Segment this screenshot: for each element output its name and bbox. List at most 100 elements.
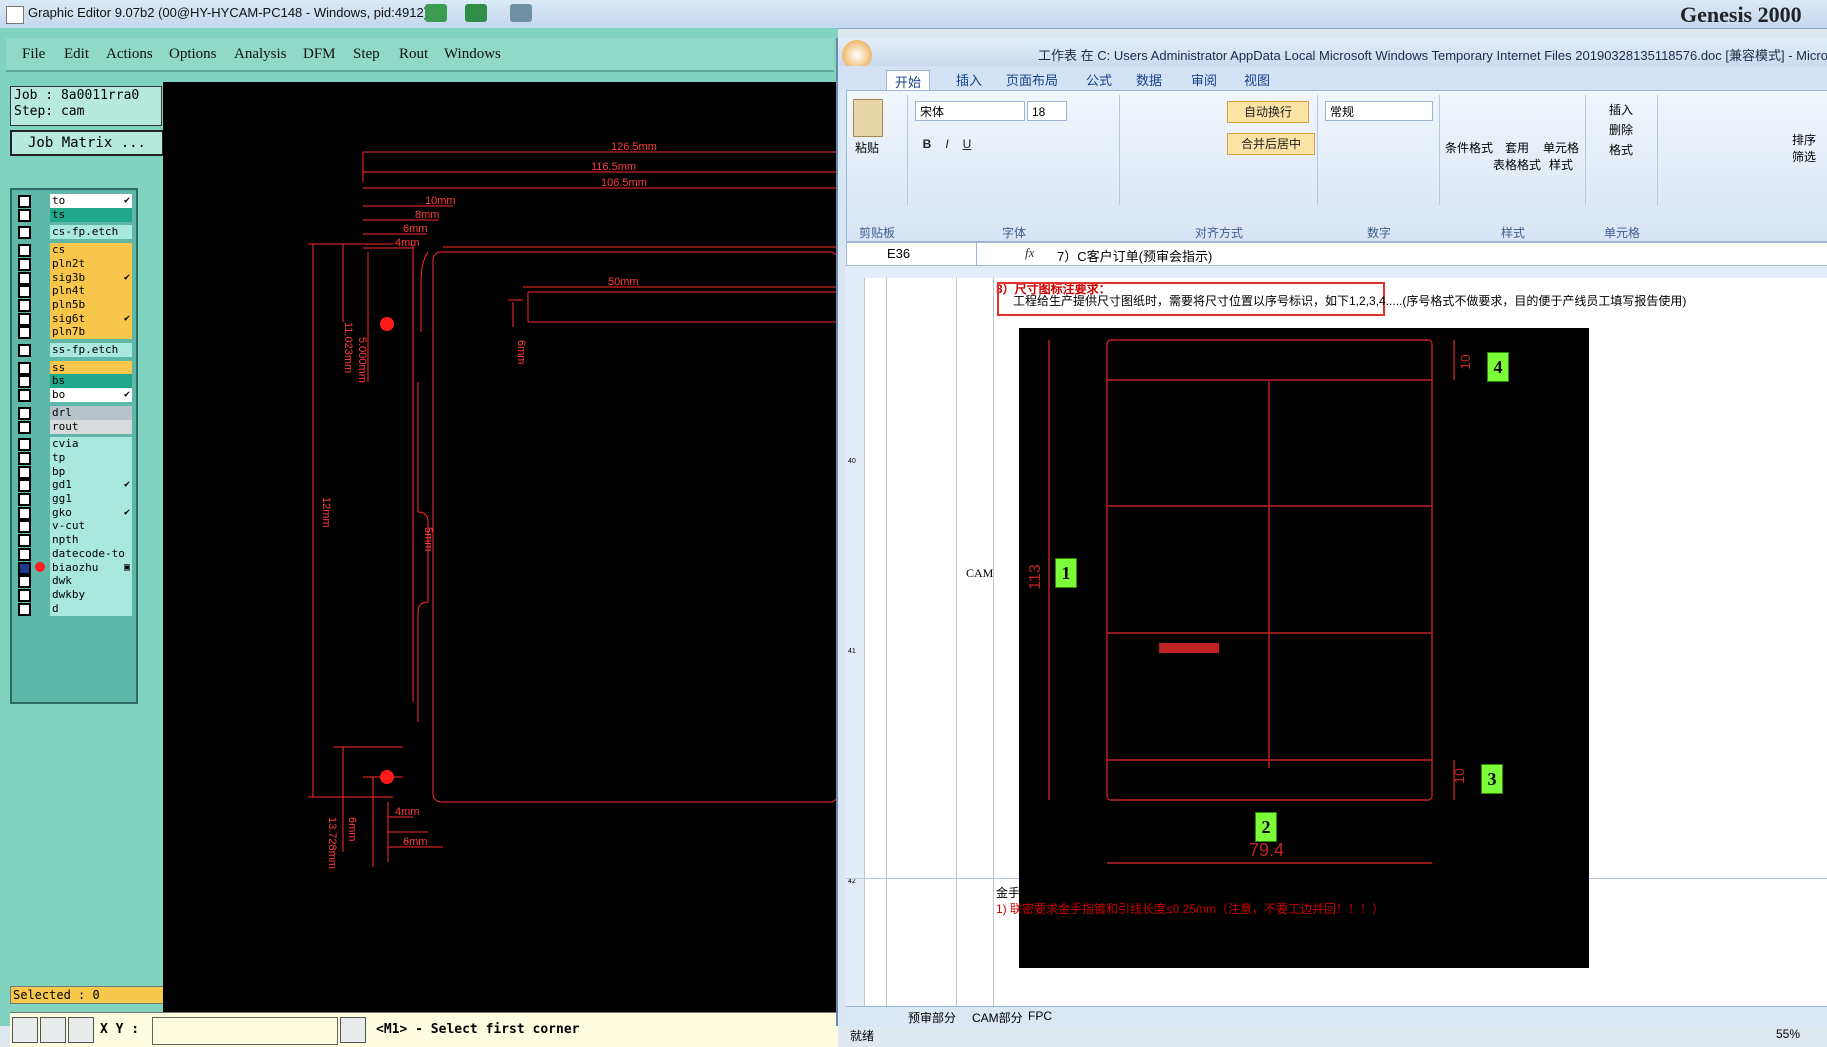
insert-cells-button[interactable]: 插入 (1609, 101, 1633, 118)
menu-file[interactable]: File (22, 46, 45, 63)
delete-cells-button[interactable]: 删除 (1609, 121, 1633, 138)
sheet-tab-cam[interactable]: CAM部分 (972, 1009, 1023, 1026)
menu-analysis[interactable]: Analysis (234, 46, 287, 63)
layer-row[interactable]: drl (16, 405, 132, 420)
layer-row[interactable]: sig6t ✔ (16, 311, 132, 326)
menu-edit[interactable]: Edit (64, 46, 89, 63)
layer-checkbox[interactable] (18, 406, 31, 420)
layer-row[interactable]: gko ✔ (16, 505, 132, 520)
xy-input[interactable] (152, 1017, 338, 1045)
layer-checkbox[interactable] (18, 312, 31, 326)
wrap-text-button[interactable]: 自动换行 (1227, 101, 1309, 123)
bold-button[interactable]: B (917, 133, 937, 155)
layer-checkbox[interactable] (18, 375, 31, 389)
layer-checkbox[interactable] (18, 361, 31, 375)
menu-dfm[interactable]: DFM (303, 46, 336, 63)
paste-label[interactable]: 粘贴 (855, 139, 879, 156)
tab-insert[interactable]: 插入 (956, 70, 982, 89)
font-name-select[interactable]: 宋体 (915, 101, 1025, 121)
tool-icon[interactable] (40, 1017, 66, 1043)
cell-styles-button[interactable]: 单元格 样式 (1543, 139, 1579, 173)
layer-row[interactable]: pln7b (16, 325, 132, 340)
layer-checkbox[interactable] (18, 208, 31, 222)
merge-center-button[interactable]: 合并后居中 (1227, 133, 1315, 155)
sort-filter-button[interactable]: 排序 筛选 (1792, 131, 1816, 165)
layer-checkbox[interactable] (18, 588, 31, 602)
layer-checkbox[interactable] (18, 493, 31, 506)
graphic-canvas[interactable]: 126.5mm 116.5mm 106.5mm 10mm 8mm 6mm 4mm… (163, 82, 839, 1012)
taskbar-icon[interactable] (510, 4, 532, 22)
layer-checkbox[interactable] (18, 451, 31, 465)
layer-checkbox[interactable] (18, 226, 31, 240)
layer-row[interactable]: v-cut (16, 519, 132, 534)
menu-rout[interactable]: Rout (399, 46, 428, 63)
sheet-tab-fpc[interactable]: FPC (1028, 1009, 1052, 1023)
number-format-select[interactable]: 常规 (1325, 101, 1433, 121)
layer-row[interactable]: bo ✔ (16, 388, 132, 403)
layer-row[interactable]: pln5b (16, 297, 132, 312)
layer-checkbox[interactable] (18, 438, 31, 452)
layer-checkbox[interactable] (18, 298, 31, 312)
grid-icon[interactable] (68, 1017, 94, 1043)
conditional-format-button[interactable]: 条件格式 (1445, 139, 1493, 156)
layer-checkbox[interactable] (18, 326, 31, 340)
italic-button[interactable]: I (937, 133, 957, 155)
layer-row[interactable]: bp (16, 464, 132, 479)
layer-checkbox[interactable] (18, 420, 31, 434)
layer-row[interactable]: dwkby (16, 587, 132, 602)
layer-row[interactable]: cs-fp.etch (16, 225, 132, 240)
layer-row[interactable]: d (16, 601, 132, 616)
layer-checkbox[interactable] (18, 479, 31, 493)
layer-checkbox[interactable] (18, 389, 31, 403)
menu-windows[interactable]: Windows (444, 46, 501, 63)
taskbar-icon[interactable] (425, 4, 447, 22)
menu-options[interactable]: Options (169, 46, 217, 63)
layer-checkbox[interactable] (18, 344, 31, 357)
layer-checkbox[interactable] (18, 547, 31, 561)
layer-checkbox[interactable] (18, 575, 31, 589)
tab-formulas[interactable]: 公式 (1086, 70, 1112, 89)
layer-checkbox[interactable] (18, 271, 31, 285)
layer-checkbox[interactable] (18, 244, 31, 258)
sheet-tab-pre-review[interactable]: 预审部分 (908, 1009, 956, 1026)
layer-row[interactable]: cvia (16, 437, 132, 452)
format-cells-button[interactable]: 格式 (1609, 141, 1633, 158)
layer-checkbox[interactable] (18, 465, 31, 479)
layer-row[interactable]: cs (16, 243, 132, 258)
layer-row[interactable]: ts (16, 207, 132, 222)
layer-row[interactable]: pln4t (16, 284, 132, 299)
taskbar-icon[interactable] (465, 4, 487, 22)
tab-page-layout[interactable]: 页面布局 (1006, 70, 1058, 89)
formula-content[interactable]: 7）C客户订单(预审会指示) (1057, 246, 1212, 265)
name-box[interactable]: E36 (847, 243, 977, 265)
tab-view[interactable]: 视图 (1244, 70, 1270, 89)
layer-checkbox[interactable] (18, 506, 31, 520)
layer-checkbox[interactable] (18, 285, 31, 299)
layer-row[interactable]: gg1 (16, 492, 132, 506)
job-matrix-button[interactable]: Job Matrix ... (10, 130, 164, 156)
format-as-table-button[interactable]: 套用 表格格式 (1493, 139, 1541, 173)
layer-row[interactable]: bs (16, 374, 132, 389)
worksheet[interactable]: 40 41 42 CAM 3）尺寸图标注要求： 工程给生产提供尺寸图纸时，需要将… (846, 266, 1827, 1006)
paste-icon[interactable] (853, 99, 883, 137)
layer-row[interactable]: to ✔ (16, 194, 132, 208)
underline-button[interactable]: U (957, 133, 977, 155)
tab-data[interactable]: 数据 (1136, 70, 1162, 89)
tool-icon[interactable] (12, 1017, 38, 1043)
layer-row[interactable]: sig3b ✔ (16, 270, 132, 285)
layer-checkbox[interactable] (18, 534, 31, 548)
tab-review[interactable]: 审阅 (1191, 70, 1217, 89)
layer-row[interactable]: rout (16, 419, 132, 434)
menu-step[interactable]: Step (353, 46, 380, 63)
layer-checkbox[interactable] (18, 195, 31, 208)
layer-row[interactable]: gd1 ✔ (16, 478, 132, 493)
layer-checkbox[interactable] (18, 520, 31, 534)
layer-row[interactable]: pln2t (16, 256, 132, 271)
layer-row[interactable]: ss-fp.etch (16, 343, 132, 357)
layer-checkbox[interactable] (18, 561, 31, 575)
menu-actions[interactable]: Actions (106, 46, 153, 63)
layer-row[interactable]: dwk (16, 574, 132, 589)
zoom-level[interactable]: 55% (1776, 1027, 1800, 1041)
alert-icon[interactable] (340, 1017, 366, 1043)
layer-row[interactable]: ss (16, 360, 132, 375)
